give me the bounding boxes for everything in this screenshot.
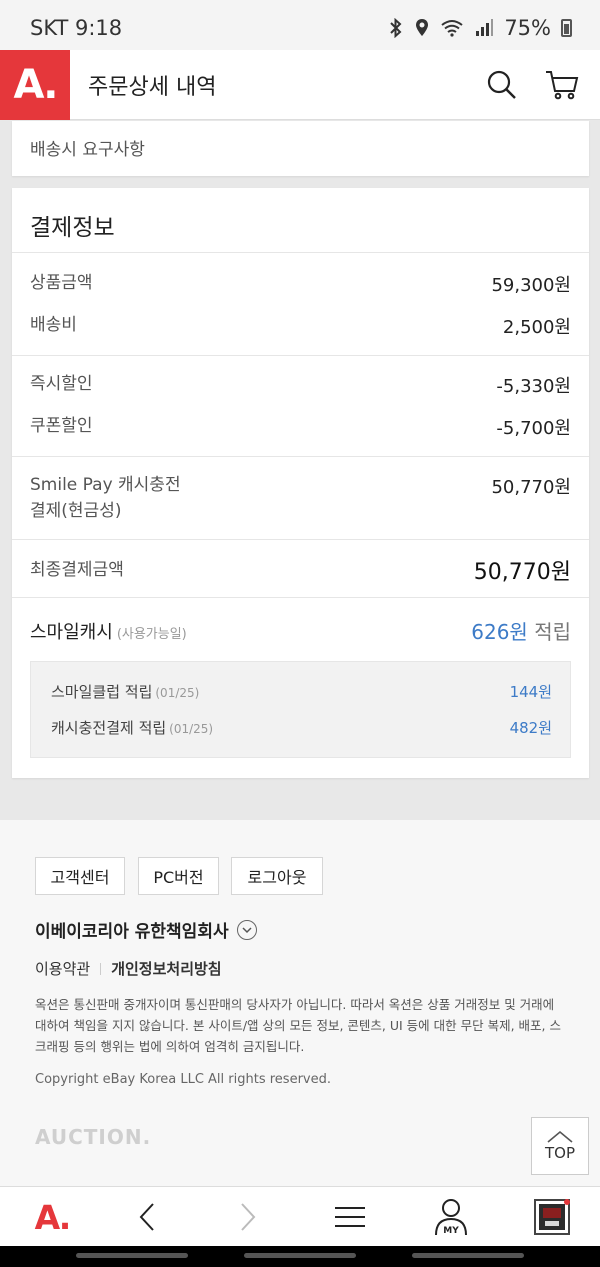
auction-logo: A. bbox=[34, 1197, 72, 1237]
customer-center-button[interactable]: 고객센터 bbox=[35, 857, 125, 895]
forward-button[interactable] bbox=[218, 1187, 278, 1247]
wifi-icon bbox=[441, 20, 463, 37]
scroll-top-label: TOP bbox=[544, 1144, 575, 1162]
final-amount-label: 최종결제금액 bbox=[30, 560, 124, 580]
privacy-policy-link[interactable]: 개인정보처리방침 bbox=[111, 958, 221, 979]
auction-watermark-logo: AUCTION. bbox=[35, 1125, 152, 1149]
smile-club-label: 스마일클럽 적립 (01/25) bbox=[51, 683, 200, 701]
smile-cash-label: 스마일캐시 bbox=[30, 622, 113, 643]
pc-version-button[interactable]: PC버전 bbox=[138, 857, 219, 895]
battery-percent: 75% bbox=[504, 16, 551, 40]
cash-charge-value: 482원 bbox=[509, 719, 552, 737]
final-amount-value: 50,770원 bbox=[473, 560, 571, 585]
footer: 고객센터 PC버전 로그아웃 이베이코리아 유한책임회사 이용약관 개인정보처리… bbox=[0, 820, 600, 1186]
divider bbox=[12, 355, 589, 356]
hamburger-menu-icon bbox=[335, 1207, 365, 1227]
user-icon: MY bbox=[435, 1199, 467, 1236]
chevron-up-icon bbox=[547, 1130, 573, 1143]
company-info-toggle[interactable]: 이베이코리아 유한책임회사 bbox=[35, 917, 257, 942]
instant-discount-label: 즉시할인 bbox=[30, 374, 93, 394]
auction-logo[interactable]: A. bbox=[0, 49, 70, 120]
gesture-handle bbox=[244, 1253, 356, 1258]
payment-section-title: 결제정보 bbox=[30, 215, 115, 241]
smile-cash-sub: (사용가능일) bbox=[116, 627, 187, 642]
scroll-top-button[interactable]: TOP bbox=[531, 1117, 589, 1175]
divider bbox=[12, 597, 589, 598]
gesture-handle bbox=[76, 1253, 188, 1258]
home-logo-button[interactable]: A. bbox=[22, 1187, 82, 1247]
smilepay-value: 50,770원 bbox=[491, 477, 571, 498]
copyright: Copyright eBay Korea LLC All rights rese… bbox=[35, 1072, 331, 1087]
smile-cash-value: 626원 bbox=[471, 620, 528, 644]
system-gesture-bar bbox=[0, 1246, 600, 1267]
bluetooth-icon bbox=[390, 18, 402, 38]
search-button[interactable] bbox=[472, 50, 532, 120]
gesture-handle bbox=[412, 1253, 524, 1258]
smilepay-label-line2: 결제(현금성) bbox=[30, 501, 122, 521]
location-icon bbox=[416, 19, 429, 36]
cart-icon bbox=[546, 70, 579, 99]
terms-link[interactable]: 이용약관 bbox=[35, 958, 90, 979]
smile-cash-title: 스마일캐시 (사용가능일) bbox=[30, 618, 187, 644]
payment-info-card: 결제정보 상품금액 59,300원 배송비 2,500원 즉시할인 -5,330… bbox=[12, 188, 589, 778]
chevron-right-icon bbox=[241, 1203, 256, 1231]
coupon-discount-label: 쿠폰할인 bbox=[30, 416, 93, 436]
product-amount-label: 상품금액 bbox=[30, 273, 93, 293]
divider bbox=[12, 456, 589, 457]
cart-button[interactable] bbox=[532, 50, 592, 120]
status-bar: SKT 9:18 75% bbox=[0, 0, 600, 56]
divider bbox=[100, 962, 102, 975]
carrier-time: SKT 9:18 bbox=[30, 16, 123, 40]
smile-cash-detail-box: 스마일클럽 적립 (01/25) 144원 캐시충전결제 적립 (01/25) 48… bbox=[30, 661, 571, 758]
page-title: 주문상세 내역 bbox=[88, 74, 217, 100]
menu-button[interactable] bbox=[320, 1187, 380, 1247]
product-amount-value: 59,300원 bbox=[491, 275, 571, 296]
legal-notice: 옥션은 통신판매 중개자이며 통신판매의 당사자가 아닙니다. 따라서 옥션은 … bbox=[35, 997, 561, 1054]
shipping-fee-label: 배송비 bbox=[30, 315, 77, 335]
back-button[interactable] bbox=[117, 1187, 177, 1247]
instant-discount-value: -5,330원 bbox=[496, 376, 571, 397]
coupon-discount-value: -5,700원 bbox=[496, 418, 571, 439]
recent-product-thumbnail-icon bbox=[534, 1199, 570, 1235]
delivery-request-card: 배송시 요구사항 bbox=[12, 121, 589, 176]
shipping-fee-value: 2,500원 bbox=[502, 317, 571, 338]
cash-charge-label: 캐시충전결제 적립 (01/25) bbox=[51, 719, 214, 737]
app-header: A. 주문상세 내역 bbox=[0, 49, 600, 120]
status-icons: 75% bbox=[388, 16, 572, 40]
recent-viewed-button[interactable] bbox=[522, 1187, 582, 1247]
smile-cash-amount: 626원 적립 bbox=[471, 616, 571, 645]
smile-club-value: 144원 bbox=[509, 683, 552, 701]
chevron-left-icon bbox=[139, 1203, 154, 1231]
policy-links: 이용약관 개인정보처리방침 bbox=[35, 958, 222, 979]
smilepay-label-line1: Smile Pay 캐시충전 bbox=[30, 475, 181, 495]
bottom-nav: A. MY bbox=[0, 1186, 600, 1246]
company-name: 이베이코리아 유한책임회사 bbox=[35, 922, 229, 942]
divider bbox=[12, 539, 589, 540]
signal-icon bbox=[476, 19, 494, 36]
logout-button[interactable]: 로그아웃 bbox=[231, 857, 323, 895]
my-page-button[interactable]: MY bbox=[421, 1187, 481, 1247]
search-icon bbox=[487, 70, 516, 99]
smile-cash-suffix: 적립 bbox=[534, 620, 571, 644]
delivery-request-label: 배송시 요구사항 bbox=[30, 140, 145, 160]
battery-icon bbox=[561, 19, 572, 37]
svg-text:MY: MY bbox=[443, 1226, 459, 1236]
divider bbox=[12, 252, 589, 253]
chevron-down-icon bbox=[236, 919, 257, 940]
